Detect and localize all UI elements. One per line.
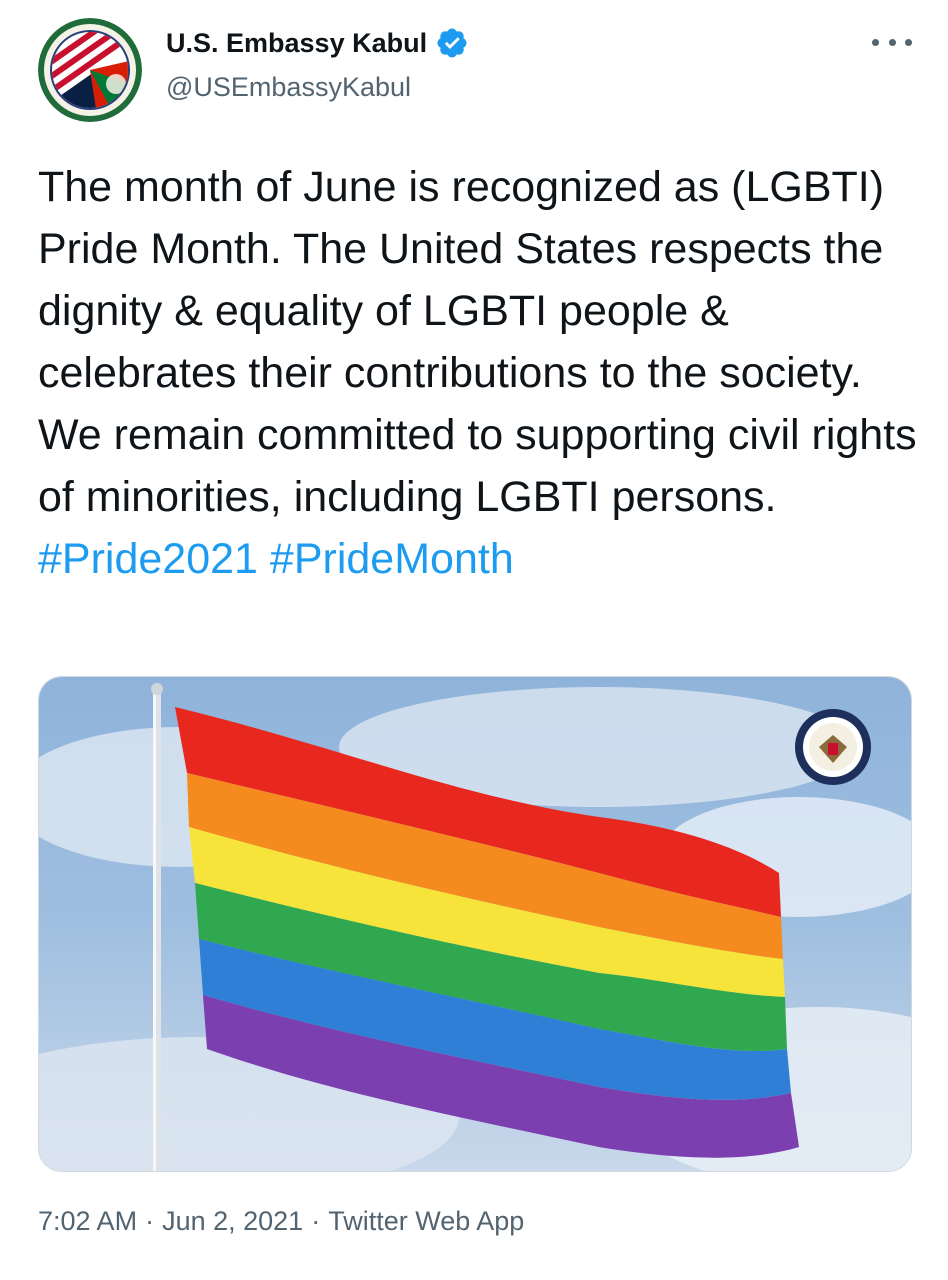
pride-flag-image: [39, 677, 911, 1171]
verified-badge-icon: [435, 26, 469, 60]
tweet-media-image[interactable]: [38, 676, 912, 1172]
hashtag-pride2021[interactable]: #Pride2021: [38, 535, 258, 583]
display-name-row[interactable]: U.S. Embassy Kabul: [166, 26, 469, 60]
tweet-text: The month of June is recognized as (LGBT…: [38, 156, 918, 590]
tweet-meta: 7:02 AM · Jun 2, 2021 · Twitter Web App: [38, 1206, 524, 1237]
account-handle[interactable]: @USEmbassyKabul: [166, 72, 411, 103]
embassy-seal-icon: [38, 18, 142, 122]
state-department-seal-icon: [795, 709, 871, 785]
tweet-date[interactable]: Jun 2, 2021: [162, 1206, 303, 1236]
tweet-time[interactable]: 7:02 AM: [38, 1206, 137, 1236]
display-name[interactable]: U.S. Embassy Kabul: [166, 28, 427, 59]
more-options-icon[interactable]: [872, 28, 912, 56]
meta-separator: ·: [145, 1206, 155, 1236]
avatar[interactable]: [38, 18, 142, 122]
hashtag-pridemonth[interactable]: #PrideMonth: [270, 535, 514, 583]
tweet-body: The month of June is recognized as (LGBT…: [38, 163, 917, 521]
meta-separator: ·: [311, 1206, 321, 1236]
tweet-source[interactable]: Twitter Web App: [328, 1206, 524, 1236]
